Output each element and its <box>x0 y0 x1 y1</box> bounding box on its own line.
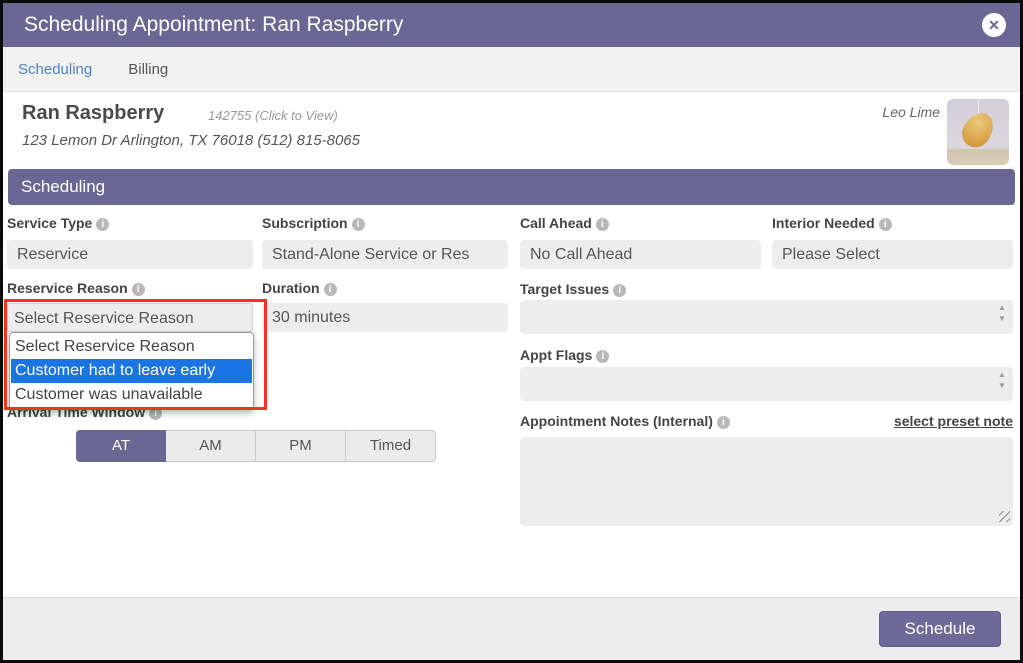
section-header: Scheduling <box>8 169 1015 205</box>
customer-id-link[interactable]: 142755 (Click to View) <box>208 108 338 123</box>
dropdown-option[interactable]: Select Reservice Reason <box>11 335 252 359</box>
target-issues-multiselect[interactable]: ▲ ▼ <box>520 300 1013 334</box>
appt-flags-multiselect[interactable]: ▲ ▼ <box>520 367 1013 401</box>
resize-handle-icon[interactable] <box>999 511 1010 522</box>
call-ahead-label: Call Aheadi <box>520 215 609 231</box>
customer-name: Ran Raspberry <box>22 102 164 125</box>
info-icon[interactable]: i <box>613 284 626 297</box>
arrival-timed-button[interactable]: Timed <box>346 430 436 462</box>
tab-billing[interactable]: Billing <box>128 61 168 78</box>
arrival-pm-button[interactable]: PM <box>256 430 346 462</box>
call-ahead-select[interactable]: No Call Ahead <box>520 240 761 269</box>
customer-address: 123 Lemon Dr Arlington, TX 76018 (512) 8… <box>22 132 360 149</box>
target-issues-label: Target Issuesi <box>520 281 626 297</box>
appointment-notes-textarea[interactable] <box>520 437 1013 526</box>
scroll-down-icon[interactable]: ▼ <box>998 315 1006 323</box>
tab-scheduling[interactable]: Scheduling <box>18 61 92 78</box>
spinner: ▲ ▼ <box>996 371 1008 390</box>
modal-footer: Schedule <box>3 597 1020 660</box>
modal-header: Scheduling Appointment: Ran Raspberry ✕ <box>3 3 1020 47</box>
info-icon[interactable]: i <box>879 218 892 231</box>
schedule-button[interactable]: Schedule <box>879 611 1001 647</box>
dropdown-option-highlighted[interactable]: Customer had to leave early <box>11 359 252 383</box>
customer-photo <box>947 99 1009 165</box>
info-icon[interactable]: i <box>132 283 145 296</box>
lemon-image <box>957 107 1000 152</box>
duration-select[interactable]: 30 minutes <box>262 303 508 332</box>
scroll-down-icon[interactable]: ▼ <box>998 382 1006 390</box>
info-icon[interactable]: i <box>717 416 730 429</box>
tab-bar: Scheduling Billing <box>3 47 1020 91</box>
scheduling-appointment-modal: Scheduling Appointment: Ran Raspberry ✕ … <box>0 0 1023 663</box>
info-icon[interactable]: i <box>352 218 365 231</box>
spinner: ▲ ▼ <box>996 304 1008 323</box>
scroll-up-icon[interactable]: ▲ <box>998 371 1006 379</box>
close-icon[interactable]: ✕ <box>982 13 1006 37</box>
dropdown-option[interactable]: Customer was unavailable <box>11 383 252 407</box>
info-icon[interactable]: i <box>596 350 609 363</box>
arrival-am-button[interactable]: AM <box>166 430 256 462</box>
duration-label: Durationi <box>262 280 337 296</box>
modal-title: Scheduling Appointment: Ran Raspberry <box>24 3 403 47</box>
reservice-reason-label: Reservice Reasoni <box>7 280 145 296</box>
info-icon[interactable]: i <box>324 283 337 296</box>
subscription-label: Subscriptioni <box>262 215 365 231</box>
appointment-notes-label: Appointment Notes (Internal)i <box>520 413 730 429</box>
scroll-up-icon[interactable]: ▲ <box>998 304 1006 312</box>
appt-flags-label: Appt Flagsi <box>520 347 609 363</box>
arrival-time-window-group: AT AM PM Timed <box>76 430 436 462</box>
technician-name: Leo Lime <box>882 104 940 120</box>
reservice-reason-dropdown: Select Reservice Reason Customer had to … <box>9 332 254 410</box>
interior-needed-select[interactable]: Please Select <box>772 240 1013 269</box>
service-type-label: Service Typei <box>7 215 109 231</box>
customer-section: Ran Raspberry 142755 (Click to View) 123… <box>3 91 1020 170</box>
info-icon[interactable]: i <box>96 218 109 231</box>
reservice-reason-select[interactable]: Select Reservice Reason <box>7 303 253 332</box>
interior-needed-label: Interior Neededi <box>772 215 892 231</box>
subscription-select[interactable]: Stand-Alone Service or Res <box>262 240 508 269</box>
info-icon[interactable]: i <box>596 218 609 231</box>
select-preset-note-link[interactable]: select preset note <box>894 413 1013 429</box>
service-type-select[interactable]: Reservice <box>7 240 253 269</box>
arrival-at-button[interactable]: AT <box>76 430 166 462</box>
